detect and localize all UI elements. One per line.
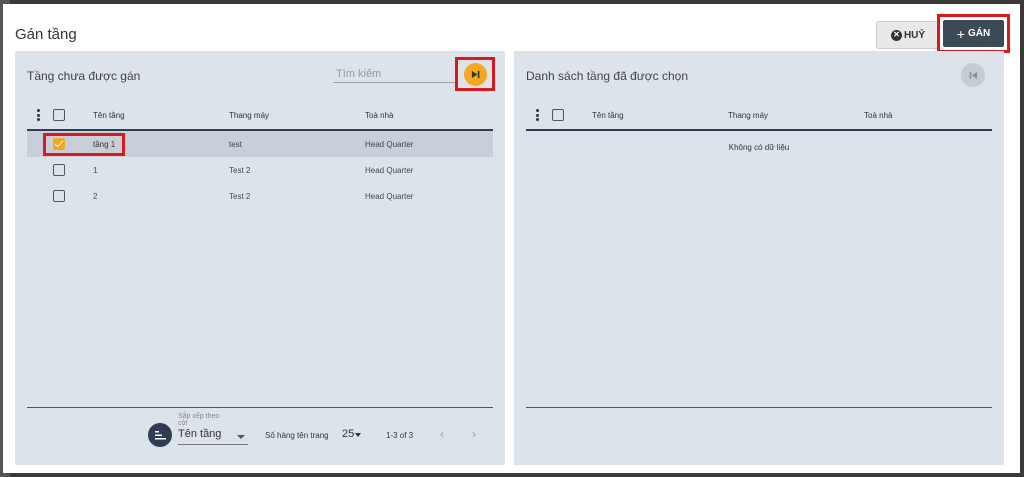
move-all-button[interactable] xyxy=(463,62,487,86)
column-header-floor[interactable]: Tên tầng xyxy=(592,101,624,129)
selected-row-highlight xyxy=(43,133,125,156)
plus-icon: + xyxy=(956,25,965,42)
rows-per-page-label: Số hàng tên trang xyxy=(265,431,329,440)
unassigned-panel-title: Tầng chưa được gán xyxy=(27,69,141,83)
column-menu-icon[interactable] xyxy=(535,109,539,121)
column-header-building[interactable]: Toà nhà xyxy=(864,101,892,129)
rows-per-page-select[interactable]: 25 xyxy=(342,428,354,440)
assign-label: GÁN xyxy=(967,28,991,39)
sort-by-value: Tên tầng xyxy=(178,428,222,440)
cell-building: Head Quarter xyxy=(365,139,414,149)
select-all-checkbox[interactable] xyxy=(552,109,564,121)
move-all-highlight xyxy=(455,57,495,91)
cell-elevator: Test 2 xyxy=(229,191,251,201)
pagination-range: 1-3 of 3 xyxy=(386,431,414,440)
selected-panel-title: Danh sách tầng đã được chọn xyxy=(526,69,689,83)
selected-floors-panel: Danh sách tầng đã được chọn Tên tầng Tha… xyxy=(514,51,1004,465)
row-checkbox[interactable] xyxy=(53,164,65,176)
sort-button[interactable] xyxy=(148,423,172,447)
table-header: Tên tầng Thang máy Toà nhà xyxy=(27,101,493,131)
skip-next-icon xyxy=(471,70,479,78)
select-all-checkbox[interactable] xyxy=(53,109,65,121)
chevron-left-icon[interactable]: ‹ xyxy=(440,427,444,441)
dialog-title: Gán tầng xyxy=(15,26,77,43)
cancel-button[interactable]: ✕ HUỶ xyxy=(876,21,940,49)
cell-floor: 2 xyxy=(93,191,98,201)
assign-button[interactable]: + GÁN xyxy=(943,20,1004,47)
footer-divider xyxy=(526,407,992,408)
table-row[interactable]: 1 Test 2 Head Quarter xyxy=(27,157,493,183)
chevron-right-icon[interactable]: › xyxy=(472,427,476,441)
footer-divider xyxy=(27,407,493,408)
skip-previous-icon xyxy=(969,71,977,79)
unassigned-floors-panel: Tầng chưa được gán Tìm kiếm Tên tầng Tha… xyxy=(15,51,505,465)
assign-button-highlight: + GÁN xyxy=(937,14,1010,53)
table-header: Tên tầng Thang máy Toà nhà xyxy=(526,101,992,131)
cell-building: Head Quarter xyxy=(365,191,414,201)
assign-floor-dialog: Gán tầng ✕ HUỶ + GÁN Tầng chưa được gán … xyxy=(3,4,1020,473)
cell-floor: 1 xyxy=(93,165,98,175)
sort-icon xyxy=(154,430,166,439)
cancel-label: HUỶ xyxy=(903,29,926,41)
cell-elevator: test xyxy=(229,139,242,149)
cell-building: Head Quarter xyxy=(365,165,414,175)
close-circle-icon: ✕ xyxy=(890,29,902,41)
column-menu-icon[interactable] xyxy=(36,109,40,121)
rows-per-page-caret-icon[interactable] xyxy=(355,433,361,437)
move-back-button[interactable] xyxy=(961,63,985,87)
column-header-elevator[interactable]: Thang máy xyxy=(728,101,768,129)
search-input[interactable]: Tìm kiếm xyxy=(333,65,455,83)
column-header-floor[interactable]: Tên tầng xyxy=(93,101,125,129)
column-header-building[interactable]: Toà nhà xyxy=(365,101,393,129)
sort-by-select[interactable]: Tên tầng xyxy=(178,428,248,445)
empty-state-text: Không có dữ liệu xyxy=(728,143,790,152)
sort-by-label: Sắp xếp theo cột xyxy=(178,413,220,427)
table-row[interactable]: 2 Test 2 Head Quarter xyxy=(27,183,493,209)
row-checkbox[interactable] xyxy=(53,190,65,202)
cell-elevator: Test 2 xyxy=(229,165,251,175)
chevron-down-icon xyxy=(237,435,245,439)
column-header-elevator[interactable]: Thang máy xyxy=(229,101,269,129)
